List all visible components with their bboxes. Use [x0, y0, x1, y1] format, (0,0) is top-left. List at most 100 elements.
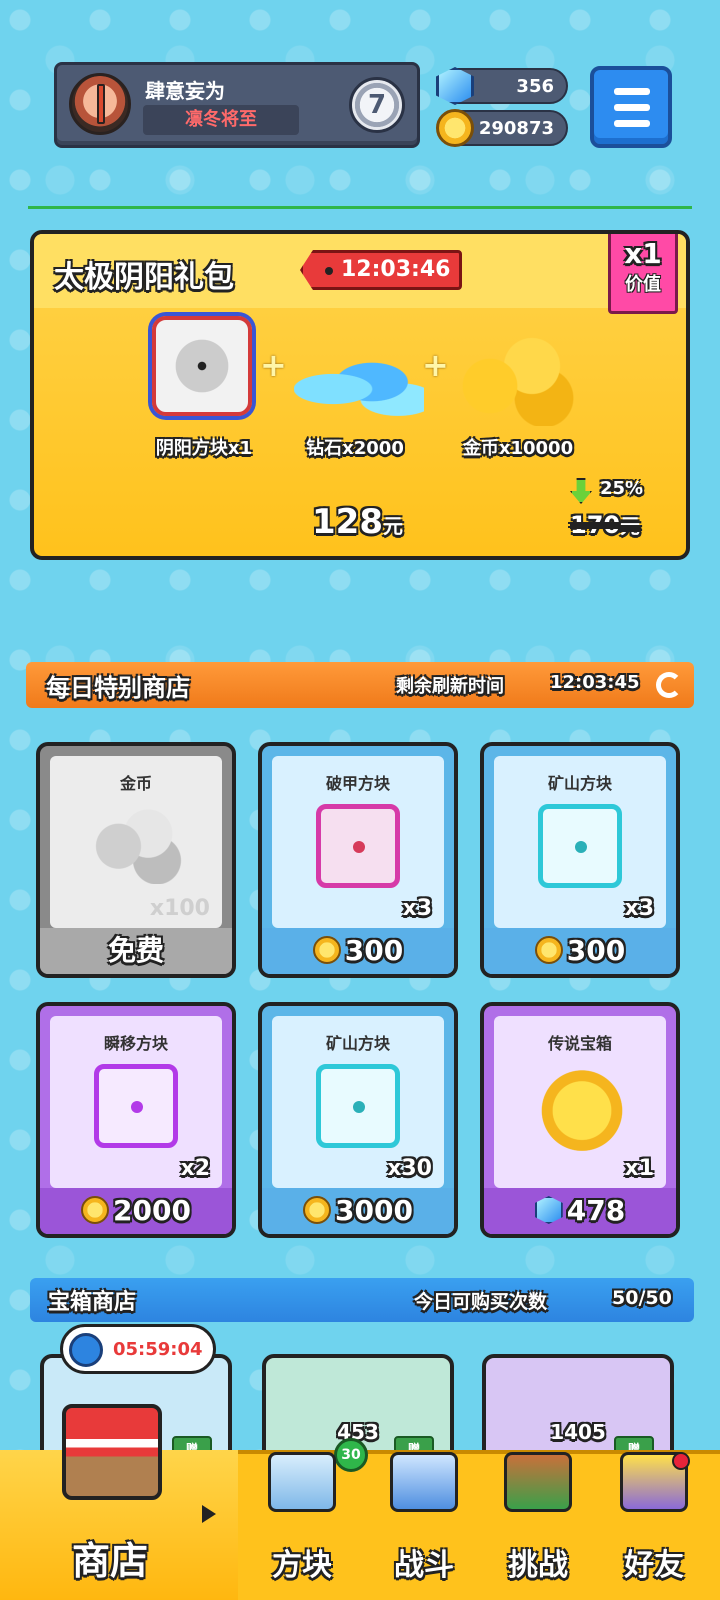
price-button[interactable]: 3000 [262, 1188, 454, 1234]
refresh-time: 12:03:45 [550, 672, 640, 693]
sword-icon [97, 84, 105, 124]
shop-item-card[interactable]: 破甲方块 x3 300 [258, 742, 458, 978]
pack-timer: 12:03:46 [300, 250, 462, 290]
item-price: 2000 [113, 1194, 191, 1227]
timer-dot-icon [325, 267, 333, 275]
pack-price: 128 [312, 502, 383, 542]
original-price-unit: 元 [620, 514, 641, 538]
multiplier-label: 价值 [625, 274, 661, 295]
block-cube-icon [268, 1452, 336, 1512]
refresh-label: 剩余刷新时间 [396, 676, 504, 697]
battle-shield-icon [390, 1452, 458, 1512]
menu-button[interactable] [590, 66, 672, 148]
item-frame: 破甲方块 x3 [272, 756, 444, 928]
price-unit: 元 [382, 514, 403, 538]
item-price: 478 [566, 1194, 626, 1227]
shop-item-card[interactable]: 金币 x100 免费 [36, 742, 236, 978]
coin-icon [436, 109, 474, 147]
gold-coin-pile-icon [454, 326, 574, 426]
block-core [353, 841, 365, 853]
player-name: 肆意妄为 [145, 79, 225, 103]
item-price: 免费 [107, 934, 164, 967]
item-price: 300 [344, 934, 404, 967]
shop-item-card[interactable]: 瞬移方块 x2 2000 [36, 1002, 236, 1238]
item-price: 3000 [335, 1194, 413, 1227]
item-name: 破甲方块 [325, 774, 390, 793]
pack-item-label: 钻石x2000 [306, 438, 404, 459]
item-qty: x2 [180, 1156, 211, 1181]
item-qty: x1 [624, 1156, 655, 1181]
price-button[interactable]: 478 [484, 1188, 676, 1234]
play-arrow-icon [202, 1505, 216, 1523]
pack-price-button[interactable]: 128元 [312, 502, 403, 542]
tab-label: 方块 [272, 1548, 332, 1583]
tab-blocks[interactable]: 方块 [252, 1540, 352, 1584]
shop-item-card[interactable]: 矿山方块 x3 300 [480, 742, 680, 978]
profile-card[interactable]: 肆意妄为 凛冬将至 7 [54, 62, 420, 148]
item-frame: 传说宝箱 x1 [494, 1016, 666, 1188]
item-name: 金币 [119, 774, 152, 793]
item-frame: 矿山方块 x3 [494, 756, 666, 928]
teleport-block-icon [94, 1064, 178, 1148]
chest-timer-bubble: 05:59:04 [60, 1324, 216, 1374]
rank-badge: 7 [349, 77, 405, 133]
tab-label: 好友 [624, 1548, 684, 1583]
hamburger-line [614, 120, 650, 127]
silver-coins-icon [80, 800, 190, 884]
level-badge: 30 [334, 1438, 368, 1472]
armor-break-block-icon [316, 804, 400, 888]
coin-icon [312, 936, 341, 964]
gem-count: 356 [516, 76, 554, 97]
gem-counter[interactable]: 356 [436, 67, 568, 105]
item-name: 矿山方块 [547, 774, 612, 793]
pack-item-label: 阴阳方块x1 [155, 438, 253, 459]
tab-friends[interactable]: 好友 [604, 1540, 704, 1584]
legendary-chest-icon [530, 1060, 634, 1152]
pack-timer-text: 12:03:46 [341, 257, 451, 282]
item-qty: x30 [387, 1156, 432, 1181]
price-button[interactable]: 300 [262, 928, 454, 974]
chest-shop-title: 宝箱商店 [48, 1290, 137, 1315]
item-name: 传说宝箱 [547, 1034, 612, 1053]
item-name: 瞬移方块 [103, 1034, 168, 1053]
value-multiplier-badge: x1 价值 [608, 234, 678, 314]
pack-title: 太极阴阳礼包 [54, 260, 234, 295]
tab-challenge[interactable]: 挑战 [488, 1540, 588, 1584]
coin-icon [534, 936, 563, 964]
shop-item-card[interactable]: 矿山方块 x30 3000 [258, 1002, 458, 1238]
gem-icon [534, 1196, 563, 1224]
price-button[interactable]: 免费 [40, 928, 232, 974]
price-button[interactable]: 300 [484, 928, 676, 974]
tab-battle[interactable]: 战斗 [374, 1540, 474, 1584]
chest-timer: 05:59:04 [113, 1339, 203, 1360]
shop-item-card[interactable]: 传说宝箱 x1 478 [480, 1002, 680, 1238]
gift-pack-card[interactable]: 太极阴阳礼包 12:03:46 x1 价值 + + 阴阳方块x1 钻石x2000… [30, 230, 690, 560]
block-core [575, 841, 587, 853]
block-core [131, 1101, 143, 1113]
item-qty: x3 [402, 896, 433, 921]
discount-arrow-icon [570, 478, 592, 504]
coin-count: 290873 [478, 118, 554, 139]
daily-shop-header: 每日特别商店 剩余刷新时间 12:03:45 [26, 662, 694, 708]
notification-dot [672, 1452, 690, 1470]
plus-icon: + [260, 346, 287, 384]
mine-block-icon [316, 1064, 400, 1148]
divider [28, 206, 692, 209]
tab-shop[interactable]: 商店 [40, 1530, 180, 1585]
item-price: 300 [566, 934, 626, 967]
multiplier-value: x1 [624, 237, 662, 270]
price-button[interactable]: 2000 [40, 1188, 232, 1234]
block-core [353, 1101, 365, 1113]
chest-shop-header: 宝箱商店 今日可购买次数 50/50 [30, 1278, 694, 1322]
coin-counter[interactable]: 290873 [436, 109, 568, 147]
refresh-icon[interactable] [656, 672, 682, 698]
coin-icon [303, 1196, 332, 1224]
pack-item-label: 金币x10000 [462, 438, 574, 459]
original-price-value: 170 [570, 511, 621, 539]
avatar[interactable] [69, 73, 131, 135]
tab-label: 挑战 [508, 1548, 568, 1583]
gem-icon [436, 67, 474, 105]
tab-label: 商店 [71, 1539, 148, 1583]
item-name: 矿山方块 [325, 1034, 390, 1053]
original-price: 170元 [570, 510, 640, 539]
